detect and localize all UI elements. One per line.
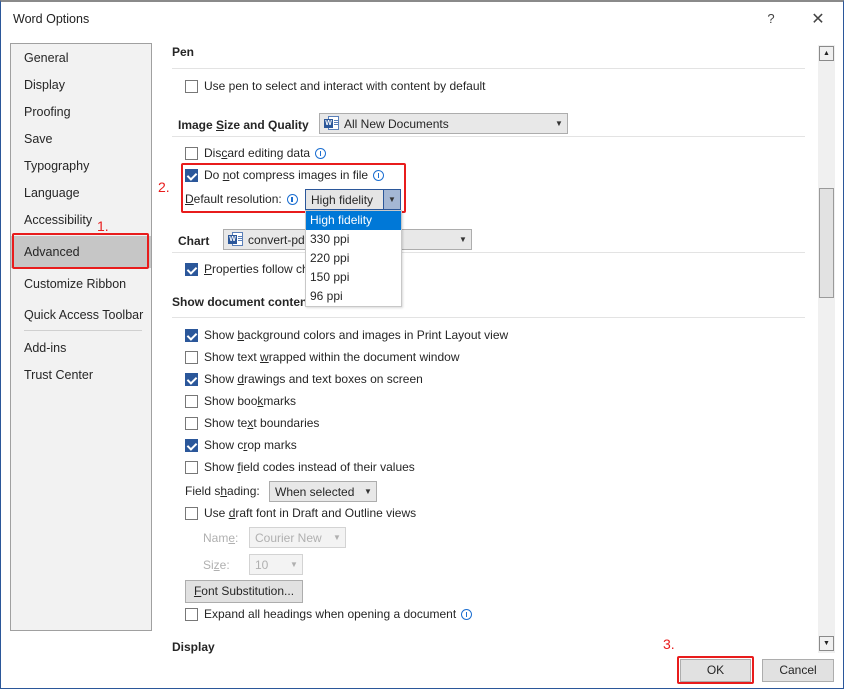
default-resolution-row: Default resolution: bbox=[185, 190, 298, 208]
no-compress-label: Do not compress images in file bbox=[204, 168, 369, 182]
resolution-option-96-ppi[interactable]: 96 ppi bbox=[306, 287, 401, 306]
ok-button[interactable]: OK bbox=[680, 659, 751, 682]
show-doc-option[interactable]: Show field codes instead of their values bbox=[185, 458, 415, 476]
resolution-option-220-ppi[interactable]: 220 ppi bbox=[306, 249, 401, 268]
sidebar-item-display[interactable]: Display bbox=[11, 72, 151, 98]
sidebar-item-accessibility[interactable]: Accessibility bbox=[11, 207, 151, 233]
properties-follow-checkbox[interactable] bbox=[185, 262, 198, 276]
show-bookmarks-checkbox[interactable] bbox=[185, 394, 198, 408]
sidebar-item-general[interactable]: General bbox=[11, 45, 151, 71]
section-title-chart: Chart bbox=[178, 234, 210, 248]
discard-editing-label: Discard editing data bbox=[204, 146, 311, 160]
expand-headings-checkbox[interactable] bbox=[185, 607, 198, 621]
discard-editing-checkbox[interactable] bbox=[185, 146, 198, 160]
sidebar-item-quick-access-toolbar[interactable]: Quick Access Toolbar bbox=[11, 302, 151, 328]
info-icon[interactable] bbox=[373, 169, 385, 181]
sidebar-item-advanced[interactable]: Advanced bbox=[11, 236, 151, 268]
sidebar-item-save[interactable]: Save bbox=[11, 126, 151, 152]
scroll-down-button[interactable]: ▼ bbox=[819, 636, 834, 651]
resolution-dropdown-list: High fidelity 330 ppi 220 ppi 150 ppi 96… bbox=[305, 210, 402, 307]
sidebar-nav: General Display Proofing Save Typography… bbox=[10, 43, 152, 631]
cancel-button[interactable]: Cancel bbox=[762, 659, 834, 682]
sidebar-item-trust-center[interactable]: Trust Center bbox=[11, 362, 151, 388]
chevron-down-icon: ▼ bbox=[383, 190, 400, 209]
scrollbar-thumb[interactable] bbox=[819, 188, 834, 298]
default-resolution-label: Default resolution: bbox=[185, 192, 282, 206]
field-shading-label: Field s h ading: bbox=[185, 484, 260, 498]
close-button[interactable]: ✕ bbox=[806, 9, 830, 31]
resolution-option-150-ppi[interactable]: 150 ppi bbox=[306, 268, 401, 287]
show-drawings-checkbox[interactable] bbox=[185, 372, 198, 386]
chevron-down-icon: ▼ bbox=[333, 533, 341, 542]
show-background-checkbox[interactable] bbox=[185, 328, 198, 342]
resolution-option-330-ppi[interactable]: 330 ppi bbox=[306, 230, 401, 249]
expand-headings-option[interactable]: Expand all headings when opening a docum… bbox=[185, 605, 473, 623]
default-resolution-select[interactable]: High fidelity ▼ bbox=[305, 189, 401, 210]
show-doc-option[interactable]: Show text boundaries bbox=[185, 414, 319, 432]
draft-font-option[interactable]: Use draft font in Draft and Outline view… bbox=[185, 504, 416, 522]
chevron-down-icon: ▼ bbox=[459, 235, 467, 244]
arrow-up-icon: ▲ bbox=[823, 50, 830, 57]
sidebar-item-language[interactable]: Language bbox=[11, 180, 151, 206]
info-icon[interactable] bbox=[461, 608, 473, 620]
draft-font-checkbox[interactable] bbox=[185, 506, 198, 520]
chevron-down-icon: ▼ bbox=[555, 119, 563, 128]
show-text-boundaries-checkbox[interactable] bbox=[185, 416, 198, 430]
info-icon[interactable] bbox=[286, 193, 298, 205]
chevron-down-icon: ▼ bbox=[290, 560, 298, 569]
word-document-icon: W bbox=[228, 232, 244, 247]
show-field-codes-checkbox[interactable] bbox=[185, 460, 198, 474]
draft-font-name-select[interactable]: Courier New ▼ bbox=[249, 527, 346, 548]
draft-font-size-label: Si z e: bbox=[203, 558, 230, 572]
draft-font-name-label: Nam e: bbox=[203, 531, 239, 545]
sidebar-item-customize-ribbon[interactable]: Customize Ribbon bbox=[11, 271, 151, 297]
sidebar-item-typography[interactable]: Typography bbox=[11, 153, 151, 179]
info-icon[interactable] bbox=[315, 147, 327, 159]
dialog-title: Word Options bbox=[13, 12, 90, 26]
sidebar-item-add-ins[interactable]: Add-ins bbox=[11, 335, 151, 361]
help-button[interactable]: ? bbox=[761, 11, 781, 29]
scroll-up-button[interactable]: ▲ bbox=[819, 46, 834, 61]
use-pen-option[interactable]: Use pen to select and interact with cont… bbox=[185, 77, 486, 95]
divider bbox=[172, 317, 805, 318]
show-doc-option[interactable]: Show bookmarks bbox=[185, 392, 296, 410]
draft-font-size-select[interactable]: 10 ▼ bbox=[249, 554, 303, 575]
vertical-scrollbar[interactable]: ▲ ▼ bbox=[818, 45, 835, 653]
section-title-display: Display bbox=[172, 640, 215, 654]
no-compress-option[interactable]: Do not compress images in file bbox=[185, 166, 385, 184]
section-title-image-quality: Image Size and Quality bbox=[178, 118, 309, 132]
font-substitution-button[interactable]: Font Substitution... bbox=[185, 580, 303, 603]
field-shading-select[interactable]: When selected ▼ bbox=[269, 481, 377, 502]
use-pen-label: Use pen to select and interact with cont… bbox=[204, 79, 486, 93]
show-doc-option[interactable]: Show crop marks bbox=[185, 436, 297, 454]
resolution-option-high-fidelity[interactable]: High fidelity bbox=[306, 211, 401, 230]
close-icon: ✕ bbox=[811, 11, 825, 28]
discard-editing-option[interactable]: Discard editing data bbox=[185, 144, 327, 162]
no-compress-checkbox[interactable] bbox=[185, 168, 198, 182]
arrow-down-icon: ▼ bbox=[823, 640, 830, 647]
divider bbox=[172, 252, 805, 253]
divider bbox=[172, 136, 805, 137]
word-document-icon: W bbox=[324, 116, 340, 131]
section-title-show-document-content: Show document content bbox=[172, 295, 312, 309]
show-doc-option[interactable]: Show drawings and text boxes on screen bbox=[185, 370, 423, 388]
word-options-dialog: Word Options ? ✕ General Display Proofin… bbox=[0, 0, 844, 689]
expand-headings-label: Expand all headings when opening a docum… bbox=[204, 607, 457, 621]
show-doc-option[interactable]: Show text wrapped within the document wi… bbox=[185, 348, 459, 366]
image-quality-document-select[interactable]: W All New Documents ▼ bbox=[319, 113, 568, 134]
use-pen-checkbox[interactable] bbox=[185, 79, 198, 93]
section-title-pen: Pen bbox=[172, 45, 195, 59]
sidebar-separator bbox=[24, 330, 142, 331]
chevron-down-icon: ▼ bbox=[364, 487, 372, 496]
annotation-step-1: 1. bbox=[97, 218, 109, 234]
show-doc-option[interactable]: Show background colors and images in Pri… bbox=[185, 326, 508, 344]
sidebar-item-proofing[interactable]: Proofing bbox=[11, 99, 151, 125]
annotation-step-3: 3. bbox=[663, 636, 675, 652]
show-crop-marks-checkbox[interactable] bbox=[185, 438, 198, 452]
show-text-wrapped-checkbox[interactable] bbox=[185, 350, 198, 364]
annotation-step-2: 2. bbox=[158, 179, 170, 195]
divider bbox=[172, 68, 805, 69]
